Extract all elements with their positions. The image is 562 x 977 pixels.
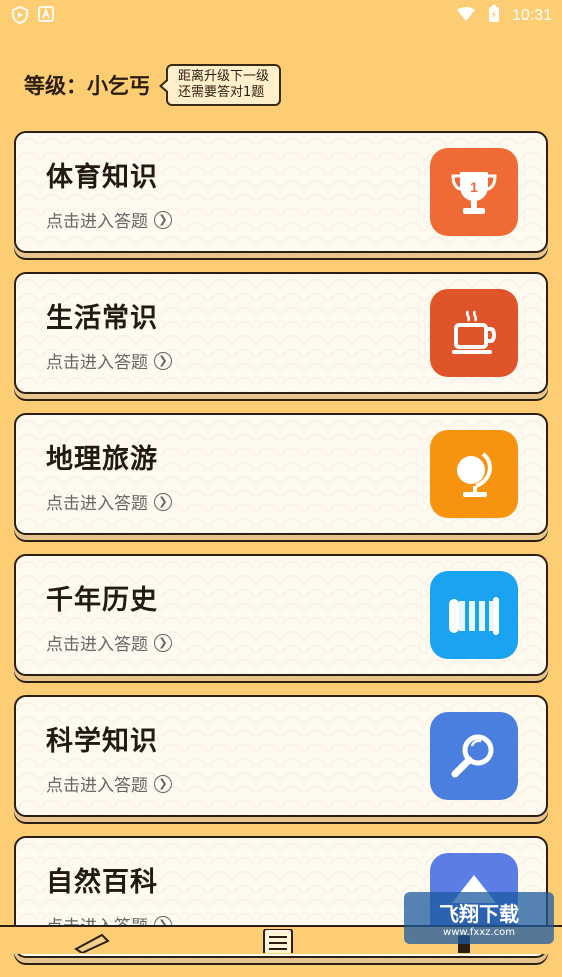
globe-icon (430, 430, 518, 518)
level-progress-bubble: 距离升级下一级 还需要答对1题 (158, 64, 282, 106)
coffee-cup-icon (430, 289, 518, 377)
enter-quiz-link[interactable]: 点击进入答题 ❯ (46, 489, 172, 514)
category-list: 体育知识 点击进入答题 ❯ 1 生活常识 点击进入答题 ❯ 地理旅游 点击进入答… (14, 131, 548, 977)
card-title: 体育知识 (46, 162, 158, 193)
chevron-right-icon: ❯ (154, 774, 172, 793)
category-card-science[interactable]: 科学知识 点击进入答题 ❯ (14, 695, 548, 817)
nav-list-icon[interactable] (258, 928, 298, 957)
card-title: 地理旅游 (46, 444, 158, 475)
level-row: 等级：小乞丐 距离升级下一级 还需要答对1题 (24, 64, 282, 106)
svg-text:1: 1 (470, 179, 478, 195)
card-title: 科学知识 (46, 726, 158, 757)
wifi-icon (456, 6, 476, 26)
bubble-line-2: 还需要答对1题 (178, 85, 265, 100)
enter-quiz-link[interactable]: 点击进入答题 ❯ (46, 207, 172, 232)
chevron-right-icon: ❯ (154, 492, 172, 511)
shield-icon (12, 6, 28, 28)
bubble-line-1: 距离升级下一级 (178, 69, 270, 84)
status-bar: 10:31 (0, 0, 562, 30)
chevron-right-icon: ❯ (154, 210, 172, 229)
app-notification-icon (38, 6, 54, 28)
clock: 10:31 (511, 7, 552, 24)
chevron-right-icon: ❯ (154, 633, 172, 652)
scroll-icon (430, 571, 518, 659)
category-card-geography[interactable]: 地理旅游 点击进入答题 ❯ (14, 413, 548, 535)
enter-quiz-link[interactable]: 点击进入答题 ❯ (46, 630, 172, 655)
level-label: 等级：小乞丐 (24, 74, 150, 98)
trophy-icon: 1 (430, 148, 518, 236)
card-title: 自然百科 (46, 867, 158, 898)
nav-edit-icon[interactable] (72, 929, 112, 957)
card-title: 生活常识 (46, 303, 158, 334)
category-card-life[interactable]: 生活常识 点击进入答题 ❯ (14, 272, 548, 394)
magnifier-icon (430, 712, 518, 800)
chevron-right-icon: ❯ (154, 351, 172, 370)
category-card-sports[interactable]: 体育知识 点击进入答题 ❯ 1 (14, 131, 548, 253)
battery-icon (488, 5, 500, 27)
watermark-logo: 飞翔下载 www.fxxz.com (404, 892, 554, 944)
card-title: 千年历史 (46, 585, 158, 616)
enter-quiz-link[interactable]: 点击进入答题 ❯ (46, 771, 172, 796)
enter-quiz-link[interactable]: 点击进入答题 ❯ (46, 348, 172, 373)
category-card-history[interactable]: 千年历史 点击进入答题 ❯ (14, 554, 548, 676)
